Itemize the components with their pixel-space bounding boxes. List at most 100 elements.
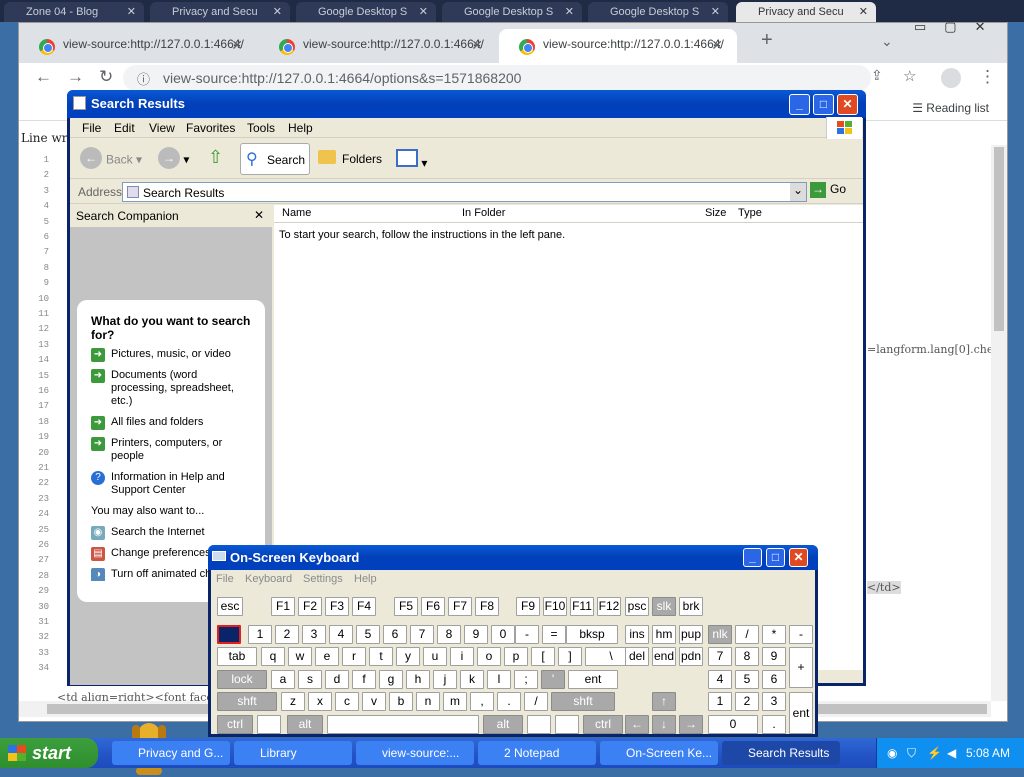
info-icon[interactable]: ⓘ: [137, 69, 150, 88]
key-F3[interactable]: F3: [325, 597, 349, 616]
key-i[interactable]: i: [450, 647, 474, 666]
key-alt[interactable]: alt: [287, 715, 323, 734]
key-pup[interactable]: pup: [679, 625, 703, 644]
key-6[interactable]: 6: [383, 625, 407, 644]
key-F7[interactable]: F7: [448, 597, 472, 616]
key-F11[interactable]: F11: [570, 597, 594, 616]
key-2[interactable]: 2: [275, 625, 299, 644]
key-9[interactable]: 9: [464, 625, 488, 644]
key-/[interactable]: /: [735, 625, 759, 644]
menu-keyboard[interactable]: Keyboard: [245, 573, 292, 585]
key-psc[interactable]: psc: [625, 597, 649, 616]
key-shft[interactable]: shft: [551, 692, 615, 711]
key-2[interactable]: 2: [735, 692, 759, 711]
key-3[interactable]: 3: [762, 692, 786, 711]
tray-chrome-icon[interactable]: ◉: [887, 746, 897, 760]
key-m[interactable]: m: [443, 692, 467, 711]
key-=[interactable]: =: [542, 625, 566, 644]
key-F4[interactable]: F4: [352, 597, 376, 616]
key-←[interactable]: ←: [625, 715, 649, 734]
window-controls[interactable]: ▭▢✕: [914, 19, 1004, 35]
url-field[interactable]: ⓘ view-source:http://127.0.0.1:4664/opti…: [123, 65, 871, 91]
scrollbar-thumb[interactable]: [994, 147, 1004, 331]
key-F12[interactable]: F12: [597, 597, 621, 616]
key-t[interactable]: t: [369, 647, 393, 666]
key-p[interactable]: p: [504, 647, 528, 666]
dropdown-arrow-icon[interactable]: ⌄: [790, 183, 806, 201]
key-blank[interactable]: [555, 715, 579, 734]
search-button[interactable]: ⚲ Search: [240, 143, 310, 175]
key-u[interactable]: u: [423, 647, 447, 666]
window-titlebar[interactable]: On-Screen Keyboard _ □ ✕: [208, 545, 818, 570]
taskbar-item-active[interactable]: Search Results: [722, 741, 840, 765]
key-h[interactable]: h: [406, 670, 430, 689]
key-F2[interactable]: F2: [298, 597, 322, 616]
profile-avatar[interactable]: [941, 68, 961, 88]
key-w[interactable]: w: [288, 647, 312, 666]
taskbar-item[interactable]: view-source:...: [356, 741, 474, 765]
key-F10[interactable]: F10: [543, 597, 567, 616]
star-icon[interactable]: ☆: [903, 67, 916, 85]
key-bksp[interactable]: bksp: [566, 625, 618, 644]
menu-view[interactable]: View: [149, 121, 175, 135]
browser-tab-active[interactable]: view-source:http://127.0.0.1:4664/✕: [499, 29, 737, 63]
column-size[interactable]: Size: [705, 207, 726, 221]
menu-file[interactable]: File: [82, 121, 101, 135]
key-8[interactable]: 8: [437, 625, 461, 644]
menu-help[interactable]: Help: [288, 121, 313, 135]
close-icon[interactable]: ✕: [711, 5, 720, 18]
key-ent[interactable]: ent: [568, 670, 618, 689]
key-ent[interactable]: ent: [789, 692, 813, 734]
key-4[interactable]: 4: [708, 670, 732, 689]
key--[interactable]: -: [789, 625, 813, 644]
address-field[interactable]: Search Results ⌄: [122, 182, 807, 202]
key-tab[interactable]: tab: [217, 647, 257, 666]
key-lock[interactable]: lock: [217, 670, 267, 689]
search-option-help[interactable]: ? Information in Help and Support Center: [91, 471, 255, 497]
key-z[interactable]: z: [281, 692, 305, 711]
close-button[interactable]: ✕: [837, 94, 858, 115]
key-1[interactable]: 1: [248, 625, 272, 644]
taskbar-item[interactable]: Library: [234, 741, 352, 765]
key-x[interactable]: x: [308, 692, 332, 711]
close-icon[interactable]: ✕: [565, 5, 574, 18]
key-'[interactable]: ': [541, 670, 565, 689]
key-+[interactable]: +: [789, 647, 813, 688]
forward-button[interactable]: → ▾: [158, 143, 189, 175]
key-F1[interactable]: F1: [271, 597, 295, 616]
taskbar-item[interactable]: Privacy and G...: [112, 741, 230, 765]
key-f[interactable]: f: [352, 670, 376, 689]
key-slk[interactable]: slk: [652, 597, 676, 616]
key-ctrl[interactable]: ctrl: [217, 715, 253, 734]
key-3[interactable]: 3: [302, 625, 326, 644]
key-4[interactable]: 4: [329, 625, 353, 644]
search-option-printers[interactable]: ➜ Printers, computers, or people: [91, 437, 255, 463]
menu-edit[interactable]: Edit: [114, 121, 135, 135]
key-F8[interactable]: F8: [475, 597, 499, 616]
key-9[interactable]: 9: [762, 647, 786, 666]
key-n[interactable]: n: [416, 692, 440, 711]
key-*[interactable]: *: [762, 625, 786, 644]
search-internet-link[interactable]: ◉ Search the Internet: [91, 526, 255, 540]
key-g[interactable]: g: [379, 670, 403, 689]
back-arrow-icon[interactable]: ←: [35, 67, 52, 87]
search-option-all-files[interactable]: ➜ All files and folders: [91, 416, 255, 430]
key-↓[interactable]: ↓: [652, 715, 676, 734]
search-option-media[interactable]: ➜ Pictures, music, or video: [91, 348, 255, 362]
key-ctrl[interactable]: ctrl: [583, 715, 623, 734]
close-icon[interactable]: ✕: [471, 37, 483, 54]
outer-tab-active[interactable]: Privacy and Secu ✕: [736, 2, 876, 22]
key-v[interactable]: v: [362, 692, 386, 711]
taskbar-item[interactable]: 2 Notepad: [478, 741, 596, 765]
key-shft[interactable]: shft: [217, 692, 277, 711]
tray-network-icon[interactable]: ⚡: [927, 746, 942, 760]
menu-file[interactable]: File: [216, 573, 234, 585]
back-button[interactable]: ← Back ▾: [80, 143, 142, 175]
key-del[interactable]: del: [625, 647, 649, 666]
go-button[interactable]: → Go: [810, 182, 846, 198]
share-icon[interactable]: ⇪: [871, 67, 883, 84]
key-hm[interactable]: hm: [652, 625, 676, 644]
key-1[interactable]: 1: [708, 692, 732, 711]
close-icon[interactable]: ✕: [127, 5, 136, 18]
close-icon[interactable]: ✕: [711, 37, 723, 54]
